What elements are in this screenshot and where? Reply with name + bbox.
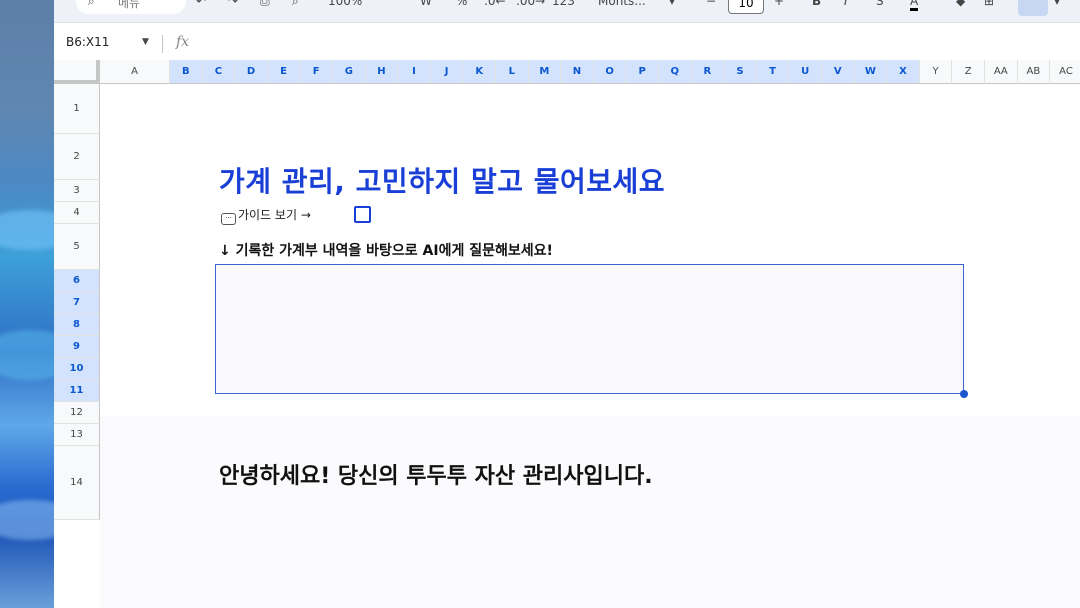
font-chevron-icon[interactable]: ▾	[669, 0, 675, 8]
column-header-i[interactable]: I	[398, 60, 431, 84]
italic-button[interactable]: I	[844, 0, 848, 8]
row-header-1[interactable]: 1	[54, 84, 100, 134]
selection-fill-handle[interactable]	[960, 390, 968, 398]
column-header-p[interactable]: P	[626, 60, 659, 84]
column-header-v[interactable]: V	[822, 60, 855, 84]
column-header-c[interactable]: C	[202, 60, 236, 84]
percent-format-button[interactable]: %	[456, 0, 467, 8]
menu-search-text: 메뉴	[118, 0, 141, 10]
text-color-button[interactable]: A	[910, 0, 919, 11]
name-box-chevron-icon[interactable]: ▼	[142, 37, 149, 47]
column-header-t[interactable]: T	[756, 60, 790, 84]
row-header-5[interactable]: 5	[54, 224, 100, 270]
column-header-z[interactable]: Z	[952, 60, 985, 84]
column-header-ac[interactable]: AC	[1050, 60, 1080, 84]
checkbox[interactable]	[354, 206, 371, 223]
spreadsheet-window: ⌕ 메뉴 ↶ ↷ ⎙ ⌕ 100% ₩ % .0← .00→ 123 Monts…	[54, 0, 1080, 608]
column-header-j[interactable]: J	[430, 60, 464, 84]
column-header-d[interactable]: D	[235, 60, 268, 84]
column-header-w[interactable]: W	[854, 60, 888, 84]
row-header-4[interactable]: 4	[54, 202, 100, 224]
column-header-n[interactable]: N	[561, 60, 594, 84]
prompt-label: ↓ 기록한 가계부 내역을 바탕으로 AI에게 질문해보세요!	[219, 243, 553, 259]
paint-format-icon[interactable]: ⌕	[292, 0, 299, 9]
column-header-u[interactable]: U	[789, 60, 822, 84]
redo-icon[interactable]: ↷	[228, 0, 238, 8]
column-header-e[interactable]: E	[267, 60, 301, 84]
select-all-corner[interactable]	[54, 60, 100, 84]
column-header-a[interactable]: A	[100, 60, 170, 84]
row-header-7[interactable]: 7	[54, 292, 100, 314]
row-header-2[interactable]: 2	[54, 134, 100, 180]
zoom-select[interactable]: 100%	[328, 0, 362, 8]
column-header-m[interactable]: M	[528, 60, 562, 84]
bold-button[interactable]: B	[812, 0, 821, 8]
row-header-9[interactable]: 9	[54, 336, 100, 358]
column-header-r[interactable]: R	[691, 60, 725, 84]
currency-format-button[interactable]: ₩	[420, 0, 432, 8]
page-title: 가계 관리, 고민하지 말고 물어보세요	[219, 165, 666, 198]
font-size-input[interactable]: 10	[728, 0, 764, 14]
formula-bar: B6:X11 ▼ fx	[54, 32, 1080, 56]
row-header-8[interactable]: 8	[54, 314, 100, 336]
column-header-b[interactable]: B	[170, 60, 203, 84]
column-header-aa[interactable]: AA	[985, 60, 1018, 84]
fill-color-icon[interactable]: ◆	[956, 0, 965, 8]
column-header-q[interactable]: Q	[659, 60, 692, 84]
column-header-y[interactable]: Y	[919, 60, 953, 84]
menu-search-box[interactable]: ⌕ 메뉴	[76, 0, 186, 14]
chat-bubble-icon: ···	[221, 213, 236, 225]
fx-icon: fx	[176, 34, 190, 50]
borders-icon[interactable]: ⊞	[984, 0, 994, 8]
formula-divider	[162, 35, 163, 53]
merge-cells-button[interactable]	[1018, 0, 1048, 16]
sheet-grid: A B C D E F G H I J K L M N O P Q R S T U V W X Y Z AA AB AC 1234567…	[54, 60, 1080, 608]
merge-chevron-icon[interactable]: ▾	[1054, 0, 1060, 8]
undo-icon[interactable]: ↶	[196, 0, 206, 8]
question-input-range[interactable]	[215, 264, 964, 394]
column-header-x[interactable]: X	[887, 60, 920, 84]
guide-link[interactable]: ··· 가이드 보기 →	[221, 206, 311, 225]
column-header-k[interactable]: K	[463, 60, 496, 84]
row-header-13[interactable]: 13	[54, 424, 100, 446]
column-header-s[interactable]: S	[724, 60, 757, 84]
greeting-text: 안녕하세요! 당신의 투두투 자산 관리사입니다.	[219, 464, 653, 489]
row-header-14[interactable]: 14	[54, 446, 100, 520]
row-header-10[interactable]: 10	[54, 358, 100, 380]
decrease-decimal-button[interactable]: .0←	[484, 0, 506, 8]
content-band	[100, 416, 1080, 608]
search-icon: ⌕	[88, 0, 95, 8]
print-icon[interactable]: ⎙	[260, 0, 270, 9]
name-box[interactable]: B6:X11	[66, 35, 109, 49]
row-header-6[interactable]: 6	[54, 270, 100, 292]
increase-font-size-button[interactable]: +	[774, 0, 784, 8]
number-format-button[interactable]: 123	[552, 0, 575, 8]
column-header-f[interactable]: F	[300, 60, 333, 84]
desktop-wallpaper	[0, 0, 80, 608]
increase-decimal-button[interactable]: .00→	[516, 0, 545, 8]
row-header-3[interactable]: 3	[54, 180, 100, 202]
column-header-o[interactable]: O	[593, 60, 627, 84]
column-header-ab[interactable]: AB	[1017, 60, 1051, 84]
font-family-select[interactable]: Monts...	[598, 0, 646, 8]
column-header-l[interactable]: L	[496, 60, 529, 84]
strikethrough-button[interactable]: S	[876, 0, 884, 8]
decrease-font-size-button[interactable]: −	[706, 0, 716, 8]
row-header-11[interactable]: 11	[54, 380, 100, 402]
guide-link-label: 가이드 보기 →	[238, 208, 311, 222]
cell-area[interactable]: 가계 관리, 고민하지 말고 물어보세요 ··· 가이드 보기 → ↓ 기록한 가…	[100, 84, 1080, 608]
row-header-12[interactable]: 12	[54, 402, 100, 424]
toolbar: ⌕ 메뉴 ↶ ↷ ⎙ ⌕ 100% ₩ % .0← .00→ 123 Monts…	[54, 0, 1080, 23]
column-header-g[interactable]: G	[333, 60, 366, 84]
column-header-h[interactable]: H	[365, 60, 399, 84]
